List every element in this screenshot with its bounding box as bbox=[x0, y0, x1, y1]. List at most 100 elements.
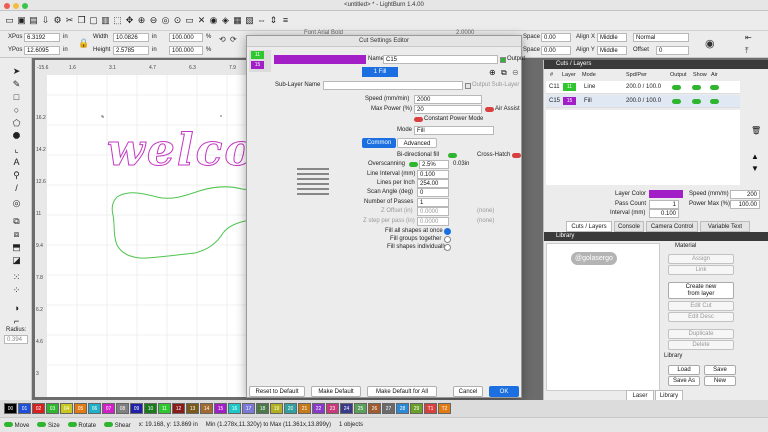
line-interval-field[interactable]: 0.100 bbox=[417, 170, 449, 179]
palette-swatch-07[interactable]: 07 bbox=[102, 403, 115, 414]
overscanning-toggle[interactable] bbox=[409, 162, 418, 167]
palette-swatch-20[interactable]: 20 bbox=[284, 403, 297, 414]
align-top-icon[interactable]: ⤒ bbox=[745, 46, 749, 56]
zoom-out-icon[interactable]: ⊖ bbox=[148, 15, 159, 26]
copy-icon[interactable]: ❐ bbox=[76, 15, 87, 26]
break-apart-icon[interactable]: ⬒ bbox=[11, 242, 22, 253]
zoom-frame-icon[interactable]: ◎ bbox=[160, 15, 171, 26]
palette-swatch-17[interactable]: 17 bbox=[242, 403, 255, 414]
z-step-field[interactable]: 0.0000 bbox=[417, 217, 449, 226]
text-tool-icon[interactable]: A bbox=[11, 157, 22, 168]
save-icon[interactable]: ▣ bbox=[16, 15, 27, 26]
height-field[interactable]: 2.5785 bbox=[113, 46, 149, 55]
lines-per-inch-field[interactable]: 254.00 bbox=[417, 179, 449, 188]
paste-icon[interactable]: ▢ bbox=[88, 15, 99, 26]
sublayer-name-field[interactable] bbox=[323, 81, 463, 90]
palette-swatch-13[interactable]: 13 bbox=[186, 403, 199, 414]
settings-icon[interactable]: ⚙ bbox=[52, 15, 63, 26]
rectangle-icon[interactable]: □ bbox=[11, 92, 22, 103]
new-library-button[interactable]: New bbox=[704, 376, 736, 386]
row-output-toggle[interactable] bbox=[672, 85, 681, 90]
flip-v-icon[interactable]: ⇕ bbox=[268, 15, 279, 26]
palette-swatch-12[interactable]: 12 bbox=[172, 403, 185, 414]
scale-width-field[interactable]: 100.000 bbox=[169, 33, 203, 42]
radius-field[interactable]: 0.394 bbox=[4, 335, 28, 344]
width-field[interactable]: 10.0826 bbox=[113, 33, 149, 42]
camera-icon[interactable]: ◉ bbox=[208, 15, 219, 26]
palette-swatch-11[interactable]: 11 bbox=[158, 403, 171, 414]
palette-swatch-08[interactable]: 08 bbox=[116, 403, 129, 414]
zoom-in-icon[interactable]: ⊕ bbox=[136, 15, 147, 26]
octagon-icon[interactable]: ⯃ bbox=[11, 131, 22, 142]
boolean-icon[interactable]: ⧉ bbox=[11, 216, 22, 227]
palette-swatch-29[interactable]: 29 bbox=[410, 403, 423, 414]
make-default-all-button[interactable]: Make Default for All bbox=[367, 386, 437, 397]
align-left-icon[interactable]: ⇤ bbox=[745, 33, 752, 42]
monitor-icon[interactable]: ▭ bbox=[184, 15, 195, 26]
ok-button[interactable]: OK bbox=[489, 386, 519, 397]
lock-icon[interactable]: 🔒 bbox=[78, 38, 89, 49]
bidirectional-toggle[interactable] bbox=[448, 153, 457, 158]
fill-individually-radio[interactable] bbox=[444, 244, 451, 251]
speed-field-panel[interactable]: 200 bbox=[730, 190, 760, 199]
row-show-toggle[interactable] bbox=[692, 99, 701, 104]
rotate-cw-icon[interactable]: ⟳ bbox=[230, 35, 237, 44]
cut-icon[interactable]: ✂ bbox=[64, 15, 75, 26]
palette-swatch-02[interactable]: 02 bbox=[32, 403, 45, 414]
row-output-toggle[interactable] bbox=[672, 99, 681, 104]
import-icon[interactable]: ⇩ bbox=[40, 15, 51, 26]
rotate-mode[interactable]: Rotate bbox=[67, 421, 96, 429]
move-up-icon[interactable]: ▲ bbox=[751, 152, 759, 161]
assign-button[interactable]: Assign bbox=[668, 254, 734, 264]
delete-icon[interactable]: ▥ bbox=[100, 15, 111, 26]
flip-h-icon[interactable]: ⇔ bbox=[256, 15, 267, 26]
ungroup-icon[interactable]: ▧ bbox=[244, 15, 255, 26]
row-air-toggle[interactable] bbox=[710, 99, 719, 104]
palette-swatch-25[interactable]: 25 bbox=[354, 403, 367, 414]
palette-swatch-26[interactable]: 26 bbox=[368, 403, 381, 414]
palette-swatch-06[interactable]: 06 bbox=[88, 403, 101, 414]
save-library-button[interactable]: Save bbox=[704, 365, 736, 375]
palette-swatch-28[interactable]: 28 bbox=[396, 403, 409, 414]
weld-icon[interactable]: ◉ bbox=[705, 37, 715, 50]
close-window-icon[interactable] bbox=[4, 3, 10, 9]
zoom-page-icon[interactable]: ⊙ bbox=[172, 15, 183, 26]
palette-swatch-21[interactable]: 21 bbox=[298, 403, 311, 414]
size-toggle[interactable] bbox=[37, 421, 47, 427]
palette-swatch-03[interactable]: 03 bbox=[46, 403, 59, 414]
row-show-toggle[interactable] bbox=[692, 85, 701, 90]
select-arrow-icon[interactable]: ➤ bbox=[11, 66, 22, 77]
tools-icon[interactable]: ✕ bbox=[196, 15, 207, 26]
palette-swatch-15[interactable]: 15 bbox=[214, 403, 227, 414]
edit-cut-button[interactable]: Edit Cut bbox=[668, 301, 734, 311]
align-x-select[interactable]: Middle bbox=[597, 33, 627, 42]
create-new-from-layer-button[interactable]: Create new from layer bbox=[668, 282, 734, 299]
circular-array-icon[interactable]: ⁘ bbox=[11, 285, 22, 296]
make-default-button[interactable]: Make Default bbox=[311, 386, 361, 397]
position-laser-icon[interactable]: ⚲ bbox=[11, 170, 22, 181]
save-as-icon[interactable]: ▤ bbox=[28, 15, 39, 26]
remove-sublayer-icon[interactable]: ⊖ bbox=[512, 68, 519, 77]
rotary-icon[interactable]: ◑ bbox=[11, 303, 22, 314]
pass-count-field[interactable]: 1 bbox=[649, 200, 679, 209]
green-shape-outline[interactable] bbox=[111, 186, 257, 259]
ellipse-icon[interactable]: ○ bbox=[11, 105, 22, 116]
move-down-icon[interactable]: ▼ bbox=[751, 164, 759, 173]
fill-all-radio[interactable] bbox=[444, 228, 451, 235]
scale-height-field[interactable]: 100.000 bbox=[169, 46, 203, 55]
align-icon[interactable]: ≡ bbox=[280, 15, 291, 26]
tab-camera-control[interactable]: Camera Control bbox=[646, 221, 698, 232]
passes-field[interactable]: 1 bbox=[417, 198, 449, 207]
align-y-select[interactable]: Middle bbox=[597, 46, 627, 55]
xpos-field[interactable]: 6.3192 bbox=[24, 33, 60, 42]
overscanning-field[interactable]: 2.5% bbox=[419, 160, 449, 169]
text-style-select[interactable]: Normal bbox=[633, 33, 689, 42]
mode-select[interactable]: Fill bbox=[414, 126, 494, 135]
cross-hatch-toggle[interactable] bbox=[512, 153, 521, 158]
cancel-button[interactable]: Cancel bbox=[453, 386, 483, 397]
edit-nodes-icon[interactable]: ✎ bbox=[11, 79, 22, 90]
palette-swatch-14[interactable]: 14 bbox=[200, 403, 213, 414]
sublayer-tab-1-fill[interactable]: 1 Fill bbox=[362, 67, 398, 77]
palette-swatch-23[interactable]: 23 bbox=[326, 403, 339, 414]
offset-field[interactable]: 0 bbox=[656, 46, 689, 55]
